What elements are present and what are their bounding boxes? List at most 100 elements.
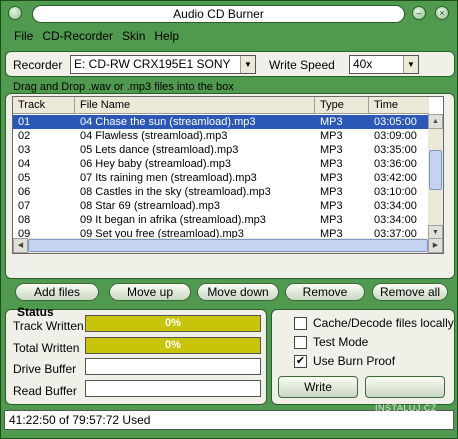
- column-type[interactable]: Type: [315, 97, 369, 114]
- close-icon[interactable]: ×: [435, 6, 449, 20]
- write-speed-value: 40x: [353, 57, 373, 71]
- system-menu-icon[interactable]: [8, 6, 22, 20]
- horizontal-scroll-thumb[interactable]: [28, 239, 428, 252]
- recorder-panel: Recorder E: CD-RW CRX195E1 SONY ▼ Write …: [5, 51, 455, 77]
- track-written-progress: 0%: [85, 315, 261, 332]
- menu-help[interactable]: Help: [154, 27, 179, 45]
- total-written-progress: 0%: [85, 337, 261, 354]
- cell-type: MP3: [320, 144, 343, 156]
- playlist-caption: Drag and Drop .wav or .mp3 files into th…: [13, 81, 234, 93]
- column-file-name[interactable]: File Name: [75, 97, 315, 114]
- cell-track: 04: [18, 158, 31, 170]
- drive-buffer-label: Drive Buffer: [13, 362, 77, 376]
- minimize-icon[interactable]: –: [412, 6, 426, 20]
- table-row[interactable]: 05 07 Its raining men (streamload).mp3 MP3…: [13, 171, 429, 185]
- cell-track: 06: [18, 186, 31, 198]
- table-row[interactable]: 07 08 Star 69 (streamload).mp3 MP3 03:34:00: [13, 199, 429, 213]
- remove-button[interactable]: Remove: [285, 283, 365, 301]
- drive-buffer-progress: [85, 358, 261, 375]
- cell-track: 08: [18, 214, 31, 226]
- cell-type: MP3: [320, 214, 343, 226]
- burn-proof-checkbox[interactable]: ✔: [294, 355, 307, 368]
- cell-file: 04 Flawless (streamload).mp3: [80, 130, 228, 142]
- cell-file: 04 Chase the sun (streamload).mp3: [80, 116, 256, 128]
- track-written-value: 0%: [165, 317, 181, 329]
- table-row[interactable]: 04 06 Hey baby (streamload).mp3 MP3 03:36:0…: [13, 157, 429, 171]
- cell-type: MP3: [320, 158, 343, 170]
- stop-button[interactable]: [365, 376, 445, 398]
- cell-track: 01: [18, 116, 31, 128]
- menu-bar: File CD-Recorder Skin Help: [4, 27, 454, 45]
- add-files-button[interactable]: Add files: [15, 283, 99, 301]
- vertical-scroll-thumb[interactable]: [429, 150, 442, 190]
- cell-time: 03:42:00: [374, 172, 417, 184]
- recorder-value: E: CD-RW CRX195E1 SONY: [74, 57, 231, 71]
- cell-track: 02: [18, 130, 31, 142]
- cell-file: 09 It began in afrika (streamload).mp3: [80, 214, 266, 226]
- column-time[interactable]: Time: [369, 97, 429, 114]
- scroll-right-icon[interactable]: ▶: [428, 238, 443, 253]
- move-down-button[interactable]: Move down: [197, 283, 279, 301]
- cell-file: 06 Hey baby (streamload).mp3: [80, 158, 232, 170]
- cell-track: 03: [18, 144, 31, 156]
- recorder-label: Recorder: [13, 58, 63, 72]
- move-up-button[interactable]: Move up: [109, 283, 191, 301]
- table-row[interactable]: 08 09 It began in afrika (streamload).mp3…: [13, 213, 429, 227]
- menu-file[interactable]: File: [14, 27, 33, 45]
- recorder-select[interactable]: E: CD-RW CRX195E1 SONY ▼: [70, 55, 256, 74]
- cell-time: 03:34:00: [374, 200, 417, 212]
- window-title: Audio CD Burner: [32, 5, 405, 23]
- cell-type: MP3: [320, 186, 343, 198]
- cell-type: MP3: [320, 200, 343, 212]
- table-row[interactable]: 02 04 Flawless (streamload).mp3 MP3 03:09:0…: [13, 129, 429, 143]
- cell-type: MP3: [320, 172, 343, 184]
- status-bar: 41:22:50 of 79:57:72 Used: [4, 410, 454, 430]
- chevron-down-icon[interactable]: ▼: [240, 56, 255, 73]
- cell-type: MP3: [320, 130, 343, 142]
- cell-track: 05: [18, 172, 31, 184]
- total-written-value: 0%: [165, 339, 181, 351]
- scroll-up-icon[interactable]: ▲: [428, 114, 443, 129]
- read-buffer-progress: [85, 380, 261, 397]
- cache-checkbox[interactable]: [294, 317, 307, 330]
- cell-file: 07 Its raining men (streamload).mp3: [80, 172, 257, 184]
- cell-file: 08 Castles in the sky (streamload).mp3: [80, 186, 271, 198]
- app-window: Audio CD Burner – × File CD-Recorder Ski…: [0, 0, 458, 439]
- table-row[interactable]: 01 04 Chase the sun (streamload).mp3 MP3 03…: [13, 115, 429, 129]
- vertical-scrollbar[interactable]: ▲ ▼: [428, 114, 443, 240]
- status-title: Status: [17, 305, 54, 319]
- table-row[interactable]: 03 05 Lets dance (streamload).mp3 MP3 03:35…: [13, 143, 429, 157]
- total-written-label: Total Written: [13, 341, 80, 355]
- track-list[interactable]: Track File Name Type Time 01 04 Chase the…: [12, 96, 444, 254]
- cell-file: 08 Star 69 (streamload).mp3: [80, 200, 221, 212]
- track-written-label: Track Written: [13, 319, 84, 333]
- cell-time: 03:36:00: [374, 158, 417, 170]
- chevron-down-icon[interactable]: ▼: [403, 56, 418, 73]
- track-rows: 01 04 Chase the sun (streamload).mp3 MP3 03…: [13, 115, 429, 253]
- burn-proof-label: Use Burn Proof: [313, 354, 396, 368]
- test-mode-checkbox[interactable]: [294, 336, 307, 349]
- cell-file: 05 Lets dance (streamload).mp3: [80, 144, 239, 156]
- scroll-left-icon[interactable]: ◀: [13, 238, 28, 253]
- column-track[interactable]: Track: [13, 97, 75, 114]
- cell-time: 03:10:00: [374, 186, 417, 198]
- cell-type: MP3: [320, 116, 343, 128]
- read-buffer-label: Read Buffer: [13, 384, 77, 398]
- cell-track: 07: [18, 200, 31, 212]
- cell-time: 03:05:00: [374, 116, 417, 128]
- cell-time: 03:09:00: [374, 130, 417, 142]
- cell-time: 03:35:00: [374, 144, 417, 156]
- menu-skin[interactable]: Skin: [122, 27, 145, 45]
- title-bar: Audio CD Burner – ×: [4, 4, 454, 24]
- cache-label: Cache/Decode files locally: [313, 316, 454, 330]
- menu-cd-recorder[interactable]: CD-Recorder: [42, 27, 113, 45]
- cell-time: 03:34:00: [374, 214, 417, 226]
- table-row[interactable]: 06 08 Castles in the sky (streamload).mp3…: [13, 185, 429, 199]
- write-speed-label: Write Speed: [269, 58, 335, 72]
- watermark: INSTALUJ.CZ: [375, 403, 437, 413]
- remove-all-button[interactable]: Remove all: [372, 283, 448, 301]
- horizontal-scrollbar[interactable]: ◀ ▶: [13, 238, 443, 253]
- track-list-header: Track File Name Type Time: [13, 97, 429, 114]
- write-speed-select[interactable]: 40x ▼: [349, 55, 419, 74]
- write-button[interactable]: Write: [278, 376, 358, 398]
